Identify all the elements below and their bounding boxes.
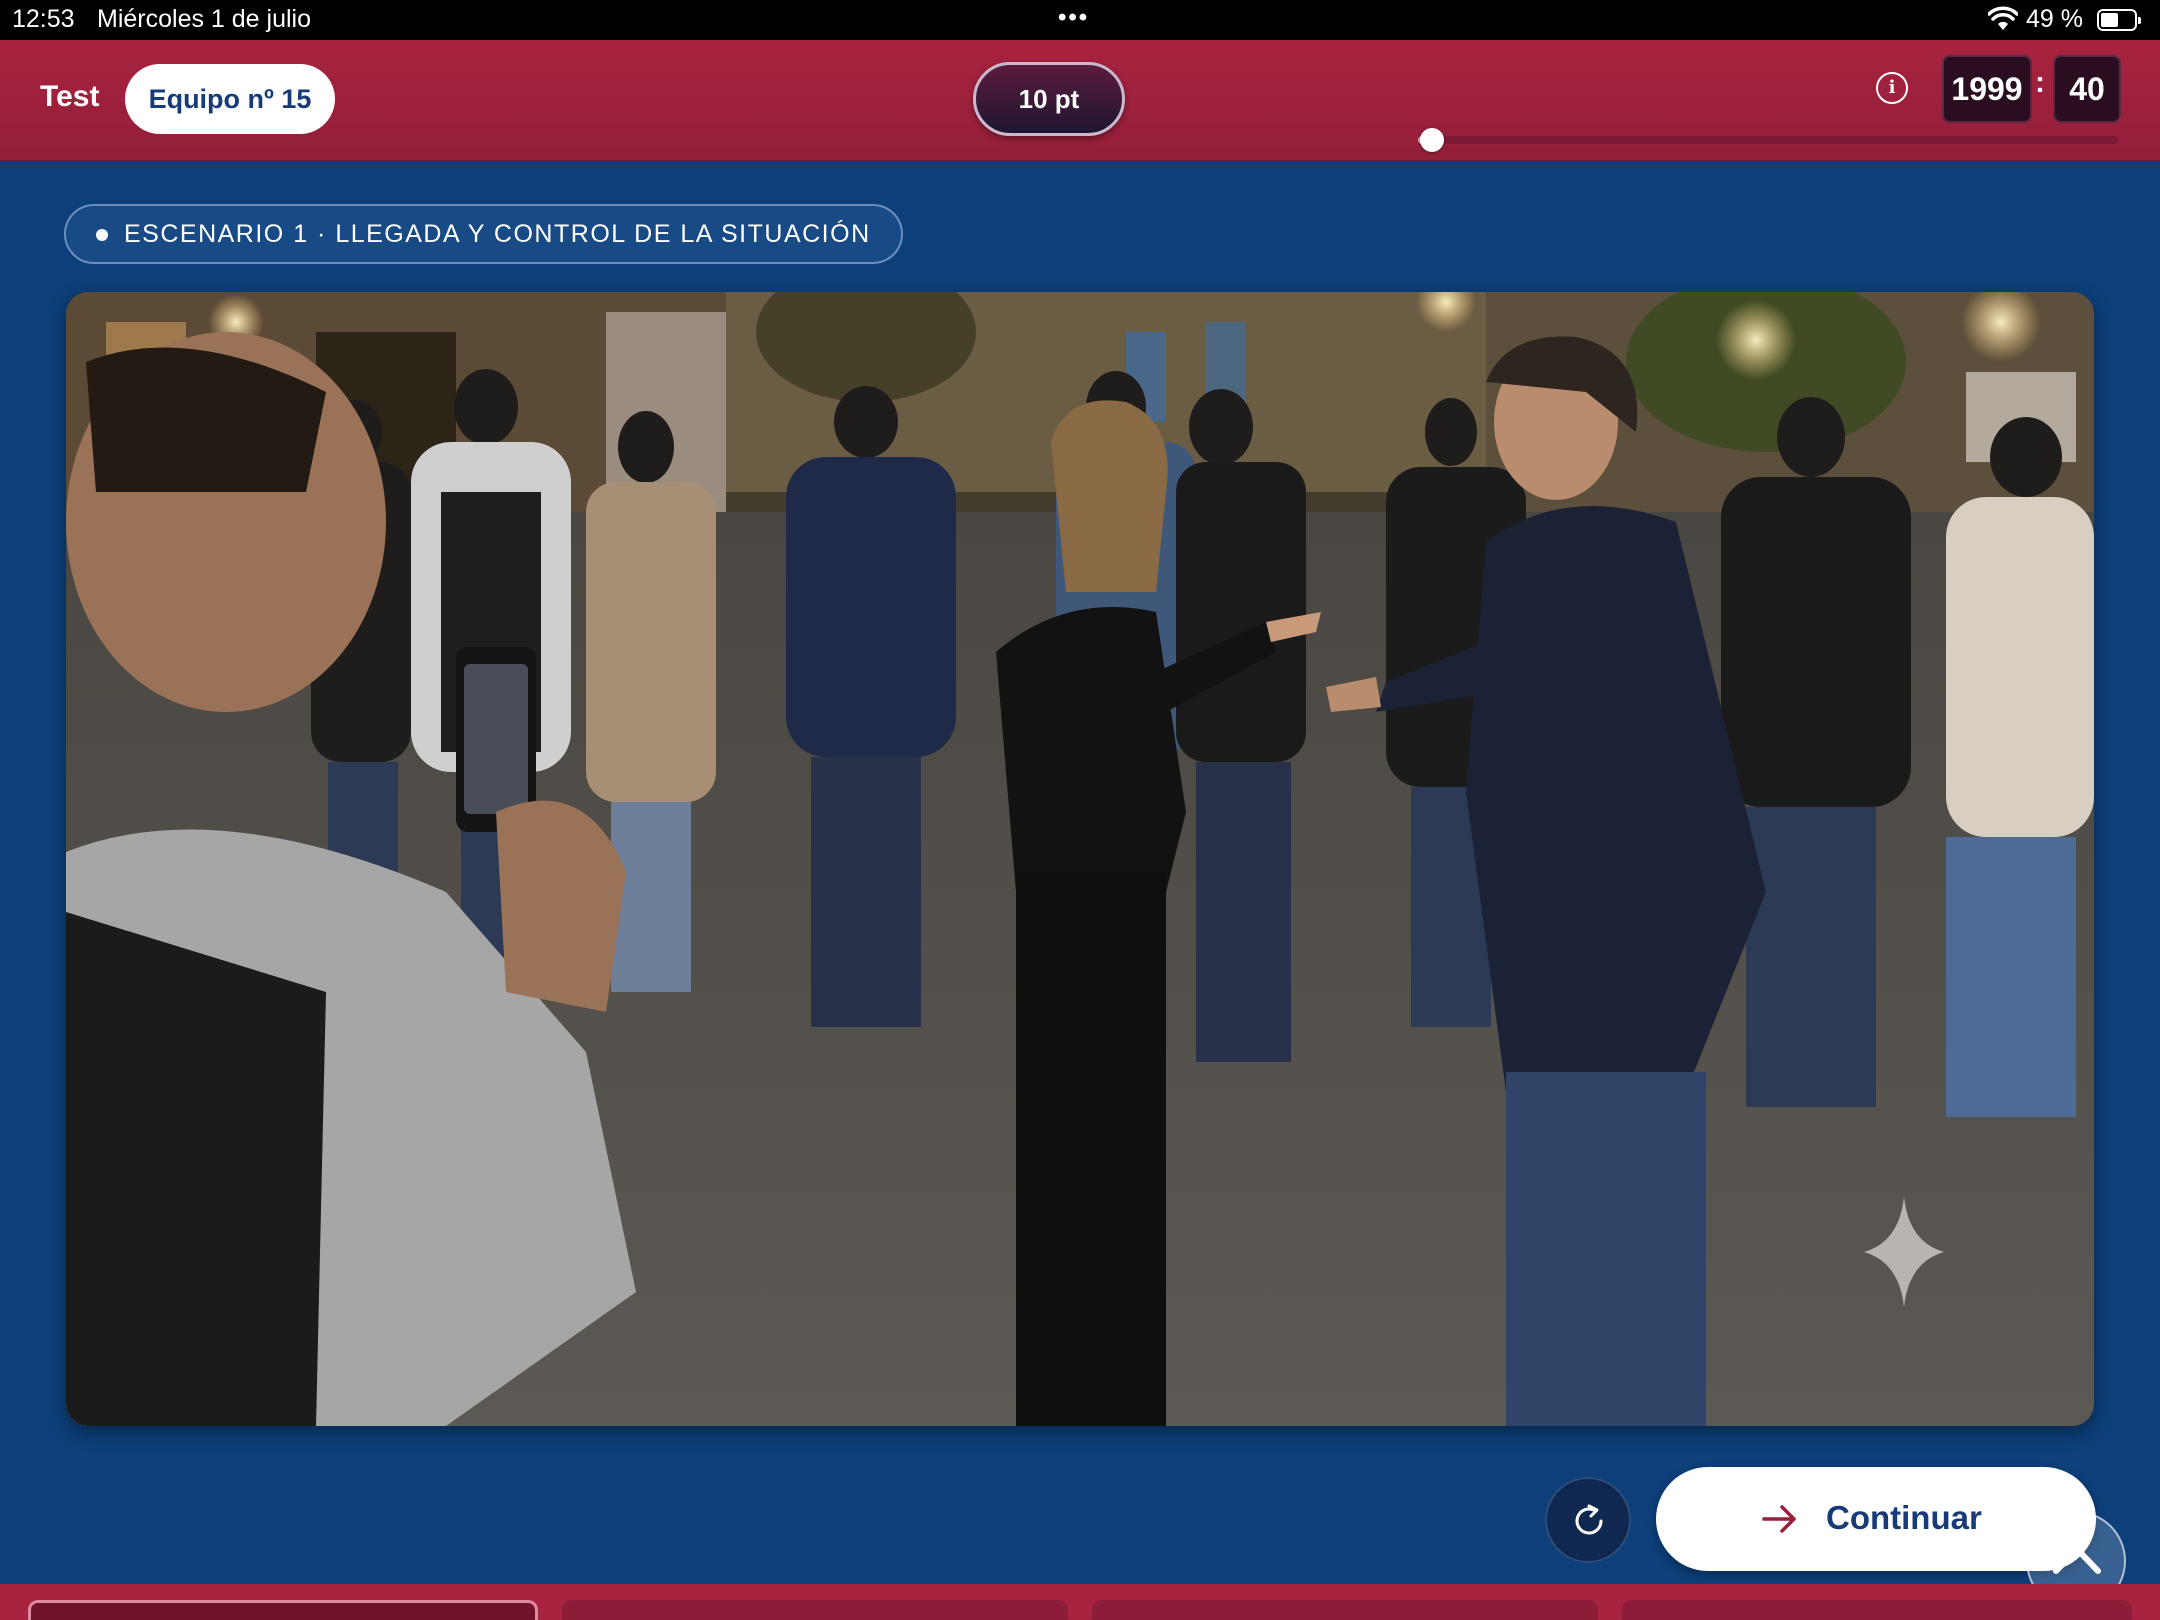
scene-illustration [66,292,2094,1426]
status-bar: 12:53 Miércoles 1 de julio ••• 49 % [0,0,2160,40]
scenario-label: ESCENARIO 1 · LLEGADA Y CONTROL DE LA SI… [124,220,871,248]
chevron-up-icon [2053,1546,2101,1574]
year-display: 1999 [1942,55,2032,123]
continue-label: Continuar [1826,1499,1982,1536]
timeline-track[interactable] [1418,136,2118,144]
status-date: Miércoles 1 de julio [97,5,311,33]
bullet-dot [96,229,108,241]
scenario-badge: ESCENARIO 1 · LLEGADA Y CONTROL DE LA SI… [64,204,903,264]
scenario-image [66,292,2094,1426]
bottom-tab-2[interactable] [562,1600,1068,1620]
top-header: Test Equipo nº 15 10 pt i 1999 : 40 [0,40,2160,162]
bottom-tab-strip [0,1584,2160,1620]
team-badge[interactable]: Equipo nº 15 [125,64,335,134]
timeline-handle[interactable] [1420,128,1444,152]
time-separator: : [2035,66,2045,99]
bottom-tab-4[interactable] [1622,1600,2132,1620]
bottom-tab-1[interactable] [28,1600,538,1620]
seconds-display: 40 [2053,55,2121,123]
bottom-tab-3[interactable] [1092,1600,1598,1620]
points-badge: 10 pt [973,62,1125,136]
battery-icon [2097,9,2141,31]
refresh-icon [1575,1504,1603,1535]
restart-button[interactable] [1545,1477,1631,1563]
multitask-dots[interactable]: ••• [1058,4,1089,32]
test-label: Test [40,80,100,113]
wifi-icon [1988,6,2018,30]
info-icon[interactable]: i [1876,72,1908,104]
arrow-right-icon [1762,1505,1796,1533]
battery-level-fill [2101,13,2118,27]
battery-percent: 49 % [2026,5,2083,33]
status-time: 12:53 [12,5,75,33]
